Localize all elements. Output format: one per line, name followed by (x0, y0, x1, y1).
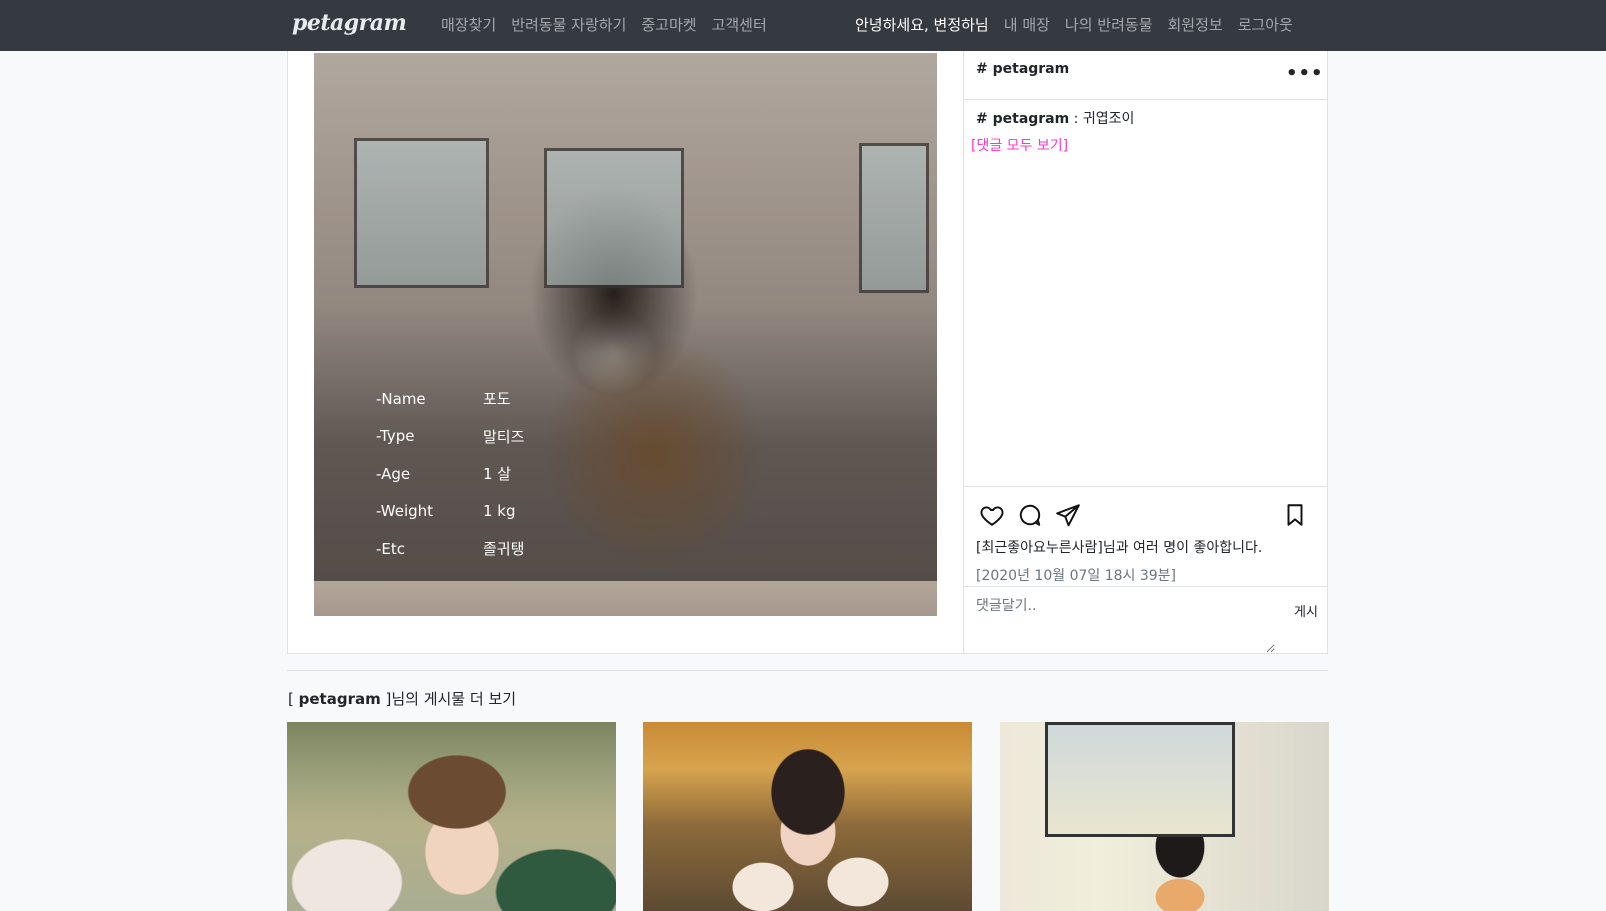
more-post-thumbnail-2[interactable] (643, 722, 972, 911)
pet-info-row-type: -Type 말티즈 (376, 418, 524, 456)
pet-info-row-weight: -Weight 1 kg (376, 493, 524, 531)
nav-link-member-info[interactable]: 회원정보 (1168, 14, 1223, 35)
post-date: [2020년 10월 07일 18시 39분] (976, 568, 1177, 584)
pet-info-value: 1 살 (483, 465, 512, 484)
post-username[interactable]: # petagram (976, 61, 1069, 77)
post-photo: -Name 포도 -Type 말티즈 -Age 1 살 -Weight 1 kg… (314, 53, 937, 616)
nav-link-my-pets[interactable]: 나의 반려동물 (1065, 14, 1153, 35)
more-posts-prefix: [ (288, 690, 299, 708)
send-icon[interactable] (1055, 502, 1081, 528)
more-posts-suffix: ]님의 게시물 더 보기 (380, 690, 517, 708)
brand-logo[interactable]: petagram (292, 10, 407, 36)
post-side-panel: # petagram ••• # petagram : 귀엽조이 [댓글 모두 … (963, 51, 1328, 654)
more-posts-user[interactable]: petagram (299, 690, 381, 708)
nav-link-customer-center[interactable]: 고객센터 (712, 14, 767, 35)
view-all-comments-link[interactable]: [댓글 모두 보기] (971, 135, 1068, 155)
more-posts-title: [ petagram ]님의 게시물 더 보기 (288, 688, 516, 709)
heart-icon[interactable] (979, 502, 1005, 528)
pet-info-key: -Type (376, 427, 415, 446)
caption-text: 귀엽조이 (1082, 111, 1135, 127)
pet-info-overlay: -Name 포도 -Type 말티즈 -Age 1 살 -Weight 1 kg… (376, 380, 524, 568)
post-comment-button[interactable]: 게시 (1294, 601, 1318, 620)
top-navbar: petagram 매장찾기 반려동물 자랑하기 중고마켓 고객센터 안녕하세요,… (0, 0, 1606, 51)
more-post-thumbnail-3[interactable] (1000, 722, 1329, 911)
more-options-icon[interactable]: ••• (1286, 63, 1324, 84)
bookmark-icon[interactable] (1282, 502, 1308, 528)
pet-info-value: 1 kg (483, 502, 516, 521)
nav-right-menu: 안녕하세요, 변정하님 내 매장 나의 반려동물 회원정보 로그아웃 (855, 14, 1293, 35)
pet-info-value: 말티즈 (483, 427, 525, 446)
section-divider (287, 670, 1328, 671)
pet-info-value: 포도 (483, 390, 511, 409)
pet-info-value: 졸귀탱 (483, 540, 525, 559)
nav-link-my-store[interactable]: 내 매장 (1004, 14, 1050, 35)
pet-info-row-etc: -Etc 졸귀탱 (376, 530, 524, 568)
nav-link-used-market[interactable]: 중고마켓 (641, 14, 696, 35)
likes-summary: [최근좋아요누른사람]님과 여러 명이 좋아합니다. (976, 540, 1263, 556)
pet-info-key: -Age (376, 464, 411, 483)
post-actions: [최근좋아요누른사람]님과 여러 명이 좋아합니다. [2020년 10월 07… (964, 486, 1328, 584)
nav-link-find-store[interactable]: 매장찾기 (441, 14, 496, 35)
nav-link-pet-showcase[interactable]: 반려동물 자랑하기 (511, 14, 626, 35)
pet-info-row-name: -Name 포도 (376, 380, 524, 418)
comment-icon[interactable] (1017, 502, 1043, 528)
thumbnail-window (1045, 722, 1235, 837)
caption-username[interactable]: # petagram (976, 111, 1069, 127)
photo-bottom-strip (314, 581, 937, 616)
nav-left-menu: 매장찾기 반려동물 자랑하기 중고마켓 고객센터 (441, 14, 767, 35)
comment-form: 게시 (964, 586, 1328, 654)
caption-separator: : (1069, 111, 1083, 127)
greeting-text: 안녕하세요, 변정하님 (855, 16, 989, 34)
post-header: # petagram ••• (964, 51, 1328, 100)
pet-info-key: -Weight (376, 502, 434, 521)
post-caption: # petagram : 귀엽조이 (976, 108, 1134, 128)
pet-info-key: -Etc (376, 539, 406, 558)
comment-input[interactable] (970, 591, 1275, 653)
nav-link-logout[interactable]: 로그아웃 (1238, 14, 1293, 35)
more-post-thumbnail-1[interactable] (287, 722, 616, 911)
pet-info-key: -Name (376, 389, 426, 408)
pet-info-row-age: -Age 1 살 (376, 455, 524, 493)
